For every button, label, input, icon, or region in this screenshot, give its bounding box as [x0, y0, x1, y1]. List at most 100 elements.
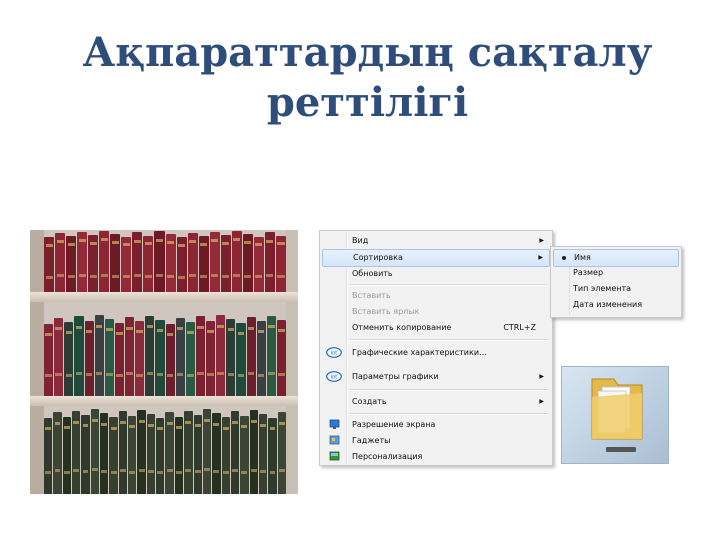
slide-title-line1: Ақпараттардың сақталу — [82, 29, 653, 76]
book-spine — [185, 322, 195, 396]
book-spine — [44, 237, 55, 292]
book-spine — [240, 415, 249, 494]
book-spine — [99, 230, 110, 292]
book-spine — [100, 413, 109, 494]
sort-option-label: Тип элемента — [573, 284, 632, 293]
book-spine — [156, 418, 165, 494]
display-icon — [329, 419, 340, 429]
menu-item-label: Сортировка — [353, 253, 403, 262]
book-spine — [246, 317, 256, 396]
book-spine — [104, 318, 114, 396]
book-spine — [198, 236, 209, 292]
book-spine — [258, 414, 268, 494]
book-spine — [216, 314, 226, 396]
menu-item-create[interactable]: Создать ▶ — [322, 394, 550, 410]
menu-item-label: Персонализация — [352, 452, 423, 461]
menu-item-shortcut: CTRL+Z — [503, 323, 536, 332]
menu-item-label: Обновить — [352, 269, 393, 278]
book-spine — [249, 409, 258, 494]
book-spine — [44, 418, 53, 494]
book-spine — [209, 231, 220, 292]
book-spine — [77, 231, 88, 292]
intel-graphics-icon: int — [326, 371, 342, 382]
book-spine — [253, 236, 264, 292]
menu-item-label: Вставить ярлык — [352, 307, 420, 316]
sort-submenu: Имя Размер Тип элемента Дата изменения — [550, 246, 682, 318]
menu-separator — [350, 284, 548, 286]
book-spine — [110, 233, 121, 292]
book-spine — [220, 234, 231, 292]
book-spine — [128, 415, 137, 494]
book-spine — [88, 234, 99, 292]
book-spine — [206, 320, 216, 396]
menu-item-graphics-options[interactable]: int Параметры графики ▶ — [322, 369, 550, 385]
menu-item-view[interactable]: Вид ▶ — [322, 233, 550, 249]
menu-item-paste-shortcut[interactable]: Вставить ярлык — [322, 304, 550, 320]
book-spine — [230, 411, 240, 494]
sort-option-date[interactable]: Дата изменения — [553, 297, 679, 313]
menu-item-personalization[interactable]: Персонализация — [322, 449, 550, 465]
sort-option-label: Размер — [573, 268, 604, 277]
book-spine — [146, 414, 156, 494]
menu-item-gadgets[interactable]: Гаджеты — [322, 433, 550, 449]
menu-item-label: Создать — [352, 397, 387, 406]
book-spine — [94, 314, 104, 396]
book-spine — [114, 323, 124, 396]
menu-item-label: Вид — [352, 236, 369, 245]
selected-radio-dot-icon — [562, 256, 566, 260]
folder-icon — [591, 378, 643, 452]
book-spine — [53, 412, 62, 494]
book-spine — [212, 413, 221, 494]
book-spine — [187, 233, 198, 292]
book-spine — [154, 231, 165, 292]
book-spine — [165, 323, 175, 396]
book-spine — [202, 408, 212, 494]
menu-separator — [350, 413, 548, 415]
book-spine — [84, 320, 94, 396]
book-spine — [54, 318, 64, 396]
svg-text:int: int — [331, 351, 338, 357]
submenu-arrow-icon: ▶ — [539, 398, 544, 405]
menu-item-undo-copy[interactable]: Отменить копирование CTRL+Z — [322, 320, 550, 336]
menu-item-sort[interactable]: Сортировка ▶ — [322, 249, 550, 267]
bookshelf-image — [30, 230, 298, 494]
menu-item-label: Параметры графики — [352, 372, 439, 381]
book-spine — [266, 315, 276, 396]
book-spine — [221, 417, 230, 494]
book-spine — [176, 237, 187, 292]
menu-item-screen-resolution[interactable]: Разрешение экрана — [322, 417, 550, 433]
menu-separator — [350, 389, 548, 391]
shelf-row-mixed-books — [44, 314, 286, 396]
book-spine — [184, 410, 193, 494]
book-spine — [72, 410, 81, 494]
slide-title: Ақпараттардың сақталу реттілігі — [60, 28, 675, 128]
book-spine — [226, 318, 236, 396]
menu-item-label: Разрешение экрана — [352, 420, 436, 429]
shelf-board — [30, 292, 298, 302]
book-spine — [137, 409, 146, 494]
menu-item-paste[interactable]: Вставить — [322, 288, 550, 304]
sort-option-size[interactable]: Размер — [553, 265, 679, 281]
book-spine — [236, 323, 246, 396]
book-spine — [62, 416, 72, 494]
book-spine — [121, 236, 132, 292]
book-spine — [132, 232, 143, 292]
slide-title-line2: реттілігі — [266, 79, 469, 126]
sort-option-label: Имя — [574, 253, 591, 262]
menu-item-graphics-properties[interactable]: int Графические характеристики... — [322, 345, 550, 361]
book-spine — [90, 408, 100, 494]
folder-thumbnail[interactable] — [561, 366, 669, 464]
submenu-arrow-icon: ▶ — [538, 254, 543, 261]
sort-option-type[interactable]: Тип элемента — [553, 281, 679, 297]
menu-item-refresh[interactable]: Обновить — [322, 266, 550, 282]
submenu-arrow-icon: ▶ — [539, 373, 544, 380]
book-spine — [277, 412, 286, 494]
desktop-context-menu: Вид ▶ Сортировка ▶ Обновить Вставить Вст… — [319, 230, 553, 466]
book-spine — [44, 323, 54, 396]
book-spine — [125, 317, 135, 396]
book-spine — [155, 319, 165, 396]
menu-separator — [350, 339, 548, 341]
book-spine — [264, 232, 275, 292]
book-spine — [165, 412, 174, 494]
book-spine — [174, 416, 184, 494]
